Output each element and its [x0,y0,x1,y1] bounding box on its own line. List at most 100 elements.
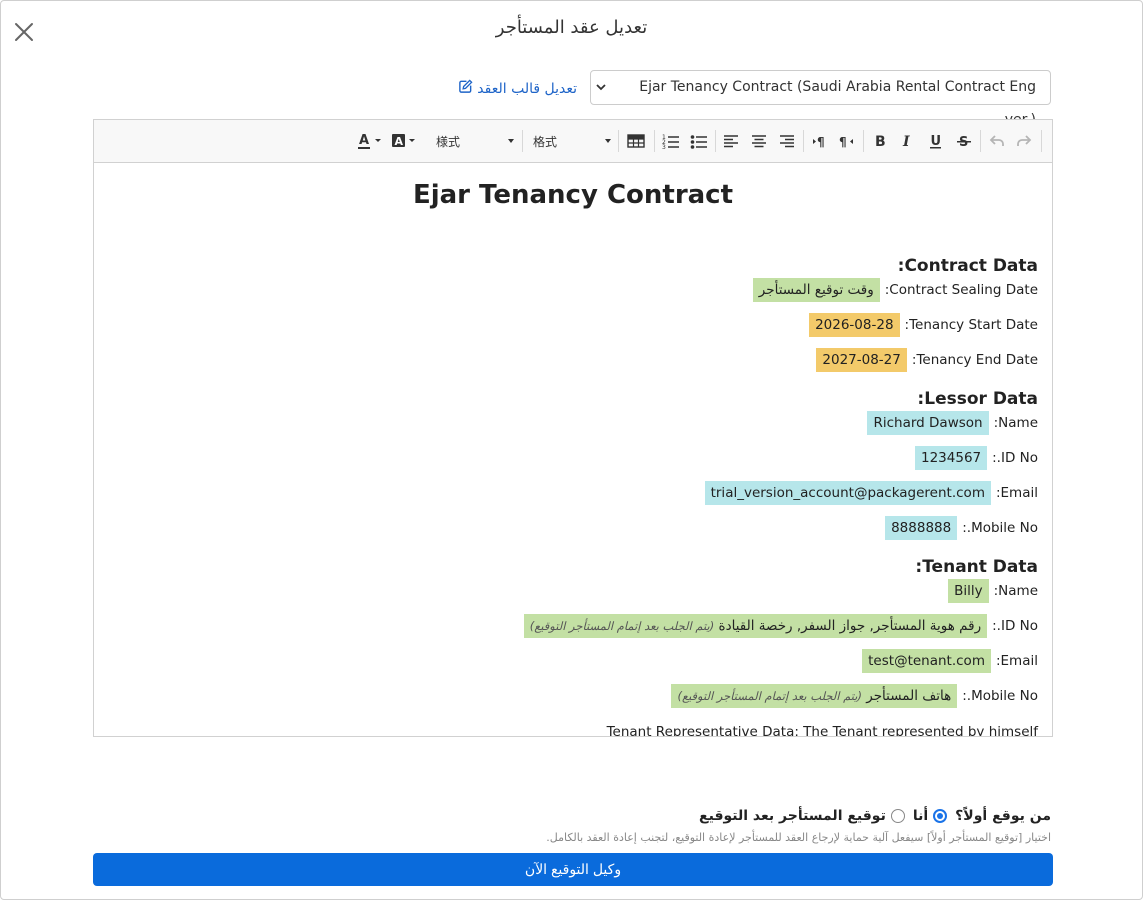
svg-text:I: I [902,134,910,149]
align-left-icon[interactable] [719,129,743,153]
tenant-name-row: Name: Billy [948,579,1038,603]
numbered-list-icon[interactable]: 123 [659,129,683,153]
svg-text:A: A [395,135,404,148]
field-label: Mobile No.: [962,520,1038,536]
field-label: Name: [993,415,1038,431]
field-value: trial_version_account@packagerent.com [704,481,991,505]
field-value-text: رقم هوية المستأجر, جواز السفر, رخصة القي… [718,618,982,634]
lessor-mobile-row: Mobile No.: 8888888 [885,516,1038,540]
tenancy-start-row: Tenancy Start Date: 2026-08-28 [809,313,1038,337]
editor-content[interactable]: Ejar Tenancy Contract Contract Data: Con… [94,164,1052,736]
option-tenant-after[interactable]: توقيع المستأجر بعد التوقيع [699,808,905,824]
field-hint: (يتم الجلب بعد إتمام المستأجر التوقيع) [529,619,715,633]
radio-me[interactable] [933,809,948,823]
field-label: Email: [995,653,1038,669]
editor-toolbar: A A 様式 格式 123 ¶ ¶ B I U S [94,120,1052,163]
field-label: ID No.: [992,450,1038,466]
edit-icon [458,79,473,98]
svg-text:B: B [875,134,886,149]
lessor-id-row: ID No.: 1234567 [915,446,1038,470]
field-value: 2027-08-27 [816,348,907,372]
field-value: رقم هوية المستأجر, جواز السفر, رخصة القي… [523,614,988,638]
edit-template-label: تعديل قالب العقد [477,80,577,97]
tenant-mobile-row: Mobile No.: هاتف المستأجر (يتم الجلب بعد… [671,684,1038,708]
contract-editor: A A 様式 格式 123 ¶ ¶ B I U S Ejar Tenancy C… [93,119,1053,737]
field-label: ID No.: [992,618,1038,634]
toolbar-divider [863,130,864,152]
tenant-email-row: Email: test@tenant.com [862,649,1038,673]
sign-now-button[interactable]: وكيل التوقيع الآن [93,853,1053,886]
signing-order-question: من يوقع أولاً؟ [955,808,1051,824]
field-value: 8888888 [885,516,958,540]
option-me-label: أنا [912,808,929,824]
edit-contract-modal: تعديل عقد المستأجر تعديل قالب العقد Ejar… [0,0,1143,900]
text-color-icon[interactable]: A [356,129,384,153]
redo-icon[interactable] [1012,129,1036,153]
option-tenant-label: توقيع المستأجر بعد التوقيع [699,808,886,824]
format-combo[interactable]: 格式 [533,129,611,153]
tenant-representative-row: Tenant Representative Data: The Tenant r… [606,724,1038,736]
styles-label: 様式 [436,134,461,149]
text-direction-ltr-icon[interactable]: ¶ [807,129,831,153]
tenant-id-row: ID No.: رقم هوية المستأجر, جواز السفر, ر… [523,614,1038,638]
field-label: Tenancy Start Date: [904,317,1038,333]
field-value: test@tenant.com [862,649,991,673]
contract-sealing-date-row: Contract Sealing Date: وقت توقيع المستأج… [752,278,1038,302]
field-label: Mobile No.: [962,688,1038,704]
field-value: هاتف المستأجر (يتم الجلب بعد إتمام المست… [671,684,958,708]
field-value: 2026-08-28 [809,313,900,337]
toolbar-divider [522,130,523,152]
align-right-icon[interactable] [775,129,799,153]
field-value-text: هاتف المستأجر [866,688,952,704]
modal-title: تعديل عقد المستأجر [495,17,648,38]
toolbar-divider [1041,130,1042,152]
undo-icon[interactable] [985,129,1009,153]
background-color-icon[interactable]: A [390,129,418,153]
svg-text:U: U [931,134,942,149]
bullet-list-icon[interactable] [687,129,711,153]
bold-icon[interactable]: B [868,129,892,153]
field-hint: (يتم الجلب بعد إتمام المستأجر التوقيع) [677,689,862,703]
signing-hint: اختيار [توقيع المستأجر أولاً] سيفعل آلية… [546,831,1051,844]
toolbar-divider [715,130,716,152]
svg-text:A: A [359,133,369,148]
svg-text:¶: ¶ [817,135,825,149]
chevron-down-icon [508,139,514,143]
lessor-email-row: Email: trial_version_account@packagerent… [704,481,1038,505]
field-value: وقت توقيع المستأجر [752,278,880,302]
field-label: Email: [995,485,1038,501]
svg-text:¶: ¶ [839,135,847,149]
table-icon[interactable] [624,129,648,153]
italic-icon[interactable]: I [895,129,919,153]
lessor-data-heading: Lessor Data: [917,389,1038,409]
toolbar-divider [654,130,655,152]
template-row: تعديل قالب العقد Ejar Tenancy Contract (… [93,70,1051,128]
field-value: Richard Dawson [867,411,989,435]
field-label: Contract Sealing Date: [884,282,1038,298]
document-title: Ejar Tenancy Contract [412,180,734,210]
edit-template-link[interactable]: تعديل قالب العقد [458,79,577,98]
field-value: Billy [948,579,989,603]
toolbar-divider [618,130,619,152]
contract-data-heading: Contract Data: [897,256,1038,276]
option-me[interactable]: أنا [912,808,948,824]
lessor-name-row: Name: Richard Dawson [867,411,1038,435]
tenancy-end-row: Tenancy End Date: 2027-08-27 [816,348,1038,372]
chevron-down-icon [605,139,611,143]
tenant-data-heading: Tenant Data: [915,557,1038,577]
underline-icon[interactable]: U [924,129,948,153]
svg-text:3: 3 [662,144,666,149]
strikethrough-icon[interactable]: S [952,129,976,153]
field-label: Tenancy End Date: [911,352,1038,368]
chevron-down-icon [594,71,608,104]
signing-order-row: من يوقع أولاً؟ أنا توقيع المستأجر بعد ال… [699,808,1051,824]
text-direction-rtl-icon[interactable]: ¶ [835,129,859,153]
align-center-icon[interactable] [747,129,771,153]
toolbar-divider [803,130,804,152]
toolbar-divider [980,130,981,152]
styles-combo[interactable]: 様式 [436,129,514,153]
radio-tenant-after[interactable] [890,809,905,823]
contract-template-select[interactable]: Ejar Tenancy Contract (Saudi Arabia Rent… [590,70,1051,128]
field-value: 1234567 [915,446,988,470]
field-label: Name: [993,583,1038,599]
